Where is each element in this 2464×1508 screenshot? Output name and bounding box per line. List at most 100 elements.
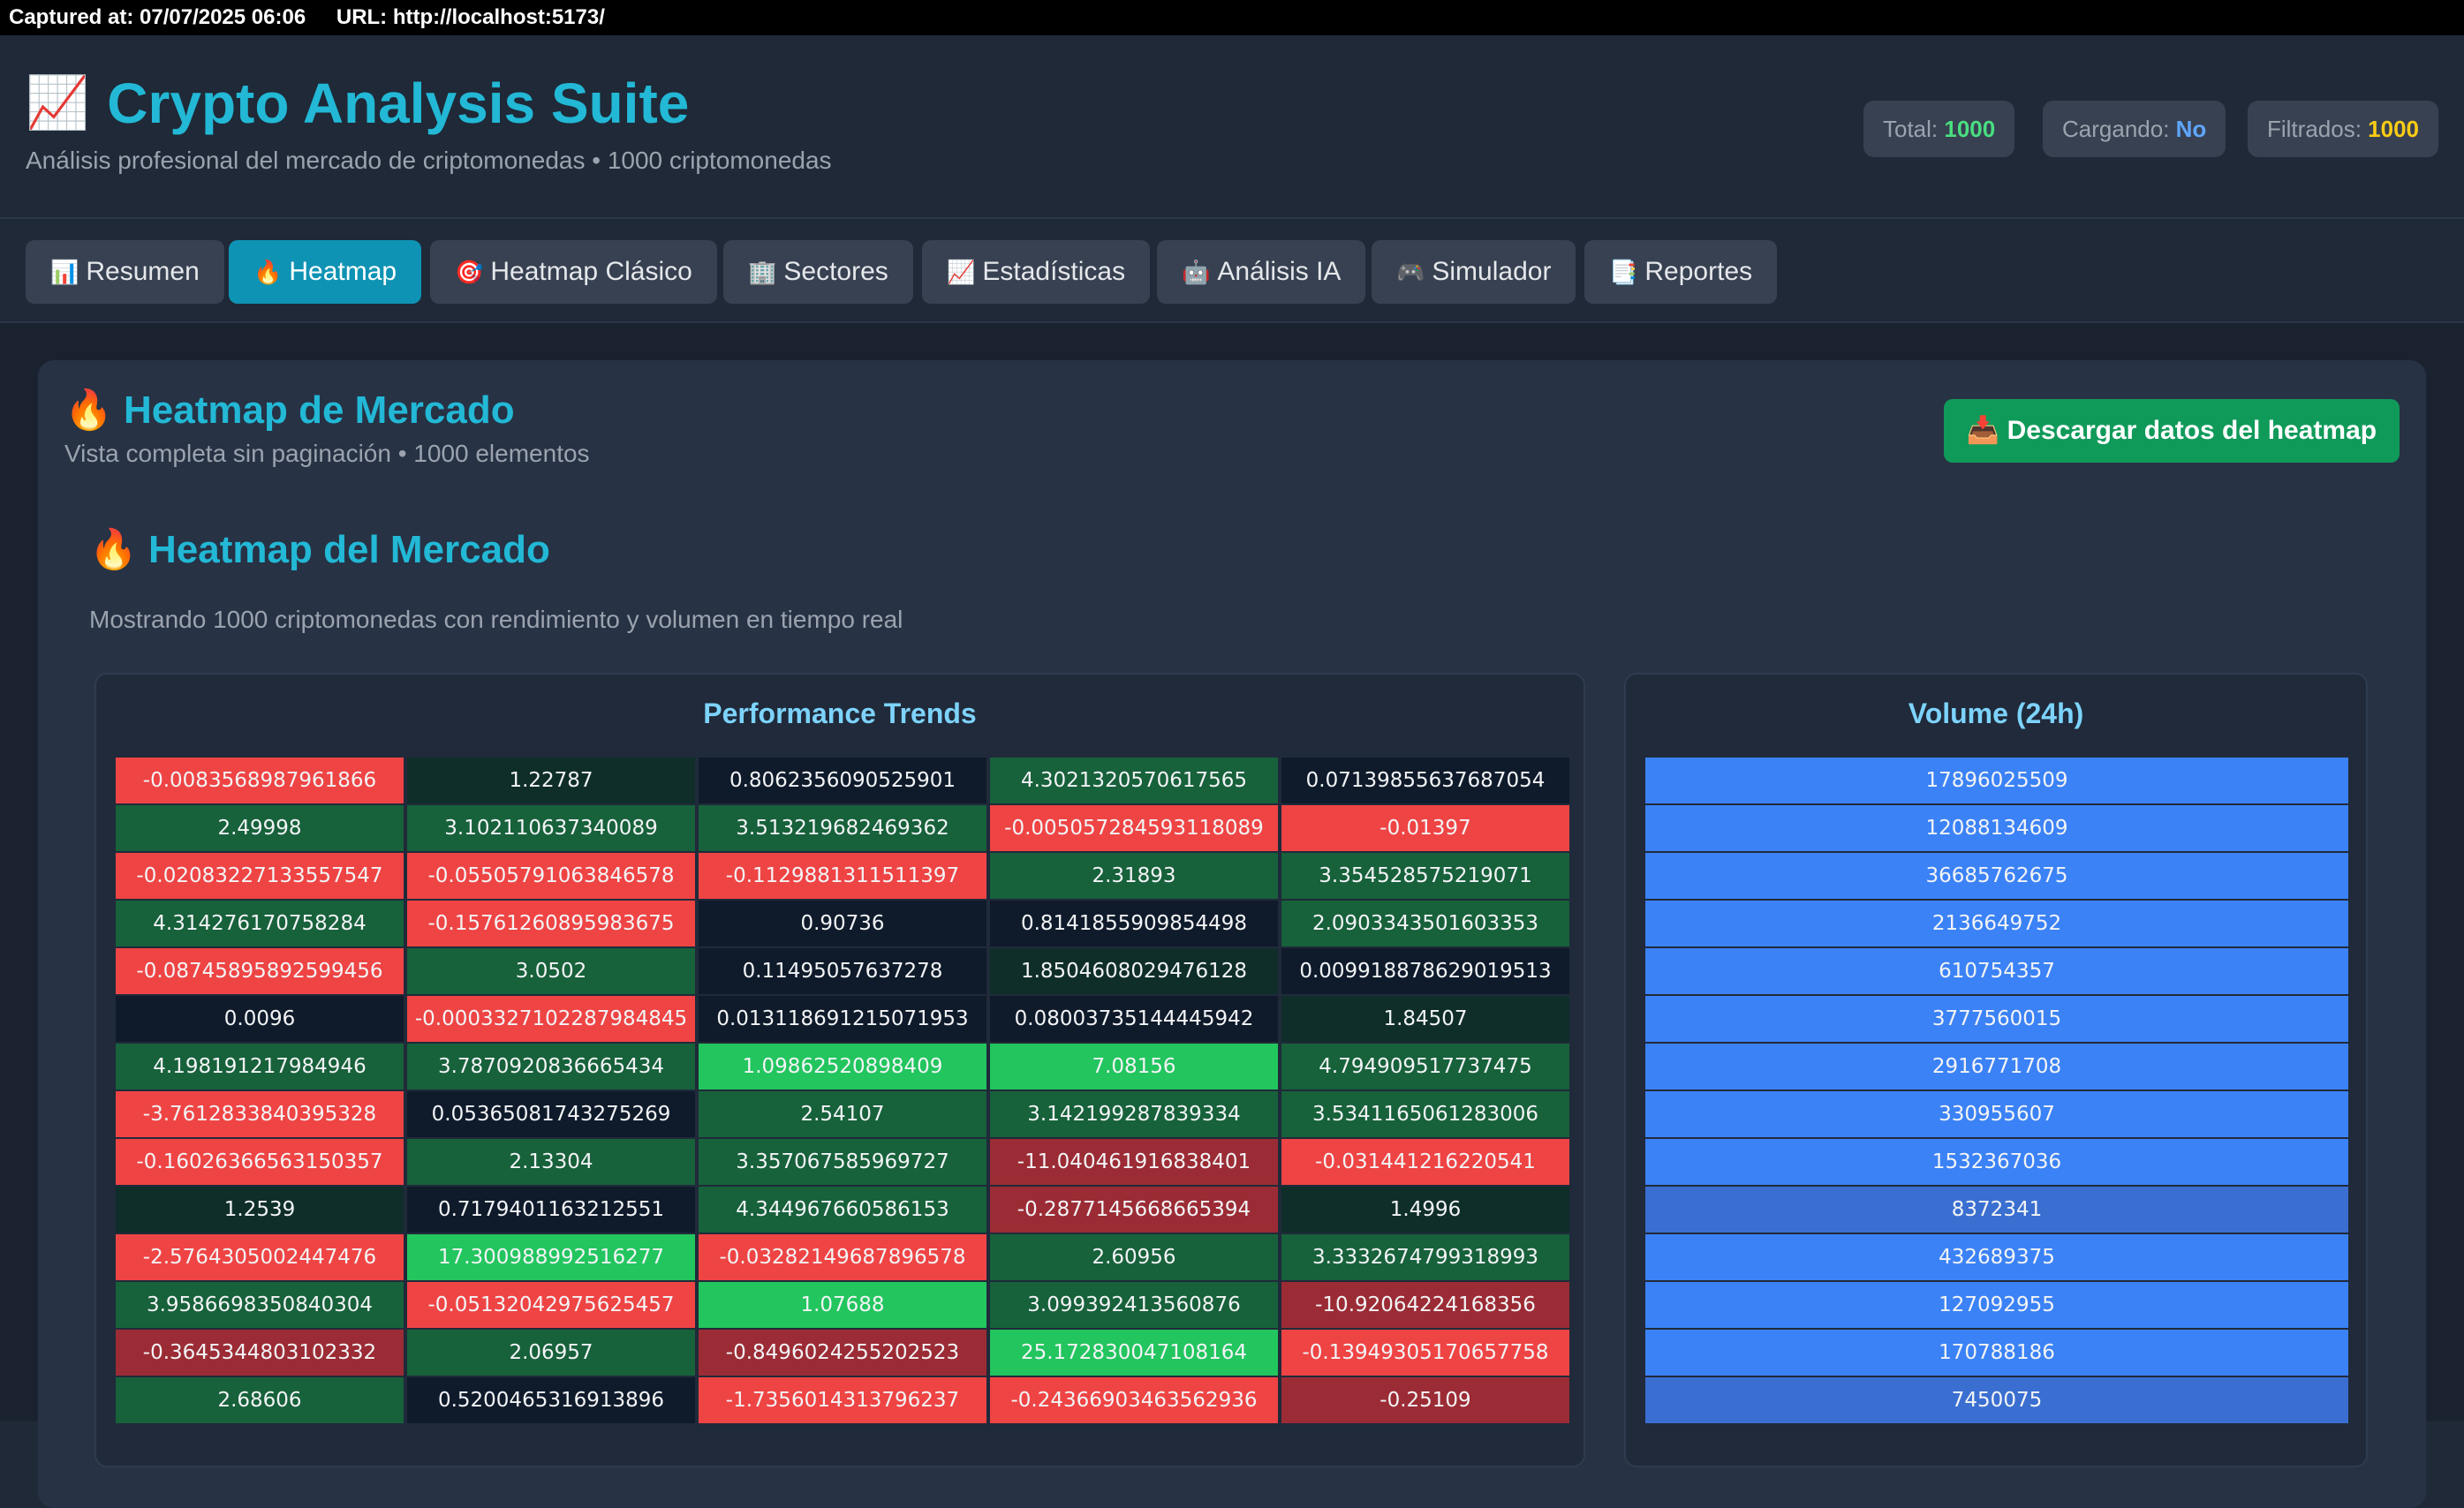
volume-cell[interactable]: 36685762675 (1645, 853, 2348, 899)
volume-cell[interactable]: 2136649752 (1645, 901, 2348, 946)
volume-cell[interactable]: 330955607 (1645, 1091, 2348, 1137)
heatmap-cell[interactable]: 2.60956 (990, 1234, 1278, 1280)
heatmap-cell[interactable]: 2.06957 (407, 1330, 695, 1376)
heatmap-cell[interactable]: -3.7612833840395328 (116, 1091, 404, 1137)
heatmap-cell[interactable]: 2.31893 (990, 853, 1278, 899)
heatmap-cell[interactable]: 2.13304 (407, 1139, 695, 1185)
heatmap-cell[interactable]: -0.15761260895983675 (407, 901, 695, 946)
heatmap-cell[interactable]: 4.198191217984946 (116, 1044, 404, 1090)
volume-title: Volume (24h) (1908, 697, 2084, 729)
heatmap-cell[interactable]: -0.0083568987961866 (116, 758, 404, 803)
heatmap-cell[interactable]: 3.102110637340089 (407, 805, 695, 851)
heatmap-cell[interactable]: 7.08156 (990, 1044, 1278, 1090)
tab-label: Heatmap Clásico (490, 257, 692, 286)
heatmap-cell[interactable]: 2.54107 (699, 1091, 986, 1137)
heatmap-cell[interactable]: -0.05505791063846578 (407, 853, 695, 899)
download-heatmap-button[interactable]: 📥 Descargar datos del heatmap (1944, 399, 2400, 463)
heatmap-cell[interactable]: 3.142199287839334 (990, 1091, 1278, 1137)
heatmap-cell[interactable]: 0.7179401163212551 (407, 1187, 695, 1233)
heatmap-cell[interactable]: 2.0903343501603353 (1281, 901, 1569, 946)
heatmap-cell[interactable]: 4.3021320570617565 (990, 758, 1278, 803)
heatmap-cell[interactable]: -2.5764305002447476 (116, 1234, 404, 1280)
heatmap-cell[interactable]: -0.16026366563150357 (116, 1139, 404, 1185)
heatmap-cell[interactable]: 3.357067585969727 (699, 1139, 986, 1185)
heatmap-cell[interactable]: -0.1129881311511397 (699, 853, 986, 899)
heatmap-cell[interactable]: 1.84507 (1281, 996, 1569, 1042)
heatmap-cell[interactable]: -0.01397 (1281, 805, 1569, 851)
heatmap-cell[interactable]: 3.354528575219071 (1281, 853, 1569, 899)
heatmap-cell[interactable]: -10.92064224168356 (1281, 1282, 1569, 1328)
heatmap-cell[interactable]: 1.8504608029476128 (990, 948, 1278, 994)
heatmap-cell[interactable]: -0.2877145668665394 (990, 1187, 1278, 1233)
tab-resumen[interactable]: 📊 Resumen (26, 240, 224, 304)
heatmap-cell[interactable]: 3.3332674799318993 (1281, 1234, 1569, 1280)
heatmap-cell[interactable]: 0.11495057637278 (699, 948, 986, 994)
heatmap-cell[interactable]: -0.031441216220541 (1281, 1139, 1569, 1185)
tab-sectores[interactable]: 🏢 Sectores (723, 240, 913, 304)
heatmap-cell[interactable]: 17.300988992516277 (407, 1234, 695, 1280)
heatmap-cell[interactable]: 2.68606 (116, 1377, 404, 1423)
volume-cell[interactable]: 12088134609 (1645, 805, 2348, 851)
tab-simulador[interactable]: 🎮 Simulador (1372, 240, 1576, 304)
heatmap-cell[interactable]: 1.2539 (116, 1187, 404, 1233)
heatmap-cell[interactable]: -0.005057284593118089 (990, 805, 1278, 851)
heatmap-cell[interactable]: 0.5200465316913896 (407, 1377, 695, 1423)
heatmap-cell[interactable]: -0.03282149687896578 (699, 1234, 986, 1280)
volume-cell[interactable]: 8372341 (1645, 1187, 2348, 1233)
volume-cell[interactable]: 7450075 (1645, 1377, 2348, 1423)
heatmap-cell[interactable]: 0.90736 (699, 901, 986, 946)
heatmap-cell[interactable]: 0.013118691215071953 (699, 996, 986, 1042)
heatmap-cell[interactable]: 0.009918878629019513 (1281, 948, 1569, 994)
volume-cell[interactable]: 170788186 (1645, 1330, 2348, 1376)
performance-box: Performance Trends -0.0083568987961866 1.… (94, 673, 1585, 1467)
tab-analisis-ia[interactable]: 🤖 Análisis IA (1157, 240, 1366, 304)
heatmap-cell[interactable]: 3.5341165061283006 (1281, 1091, 1569, 1137)
volume-cell[interactable]: 610754357 (1645, 948, 2348, 994)
heatmap-cell[interactable]: 0.07139855637687054 (1281, 758, 1569, 803)
heatmap-cell[interactable]: -0.8496024255202523 (699, 1330, 986, 1376)
volume-cell[interactable]: 17896025509 (1645, 758, 2348, 803)
volume-cell[interactable]: 1532367036 (1645, 1139, 2348, 1185)
tab-heatmap[interactable]: 🔥 Heatmap (229, 240, 422, 304)
heatmap-cell[interactable]: 0.8062356090525901 (699, 758, 986, 803)
heatmap-cell[interactable]: 4.314276170758284 (116, 901, 404, 946)
heatmap-cell[interactable]: -0.08745895892599456 (116, 948, 404, 994)
heatmap-cell[interactable]: 4.794909517737475 (1281, 1044, 1569, 1090)
heatmap-cell[interactable]: 4.344967660586153 (699, 1187, 986, 1233)
heatmap-cell[interactable]: 0.0096 (116, 996, 404, 1042)
heatmap-cell[interactable]: 3.513219682469362 (699, 805, 986, 851)
heatmap-cell[interactable]: -1.7356014313796237 (699, 1377, 986, 1423)
heatmap-cell[interactable]: -0.02083227133557547 (116, 853, 404, 899)
heatmap-cell[interactable]: 3.7870920836665434 (407, 1044, 695, 1090)
heatmap-cell[interactable]: -0.24366903463562936 (990, 1377, 1278, 1423)
chart-up-icon: 📈 (26, 74, 90, 132)
heatmap-cell[interactable]: 3.099392413560876 (990, 1282, 1278, 1328)
volume-cell[interactable]: 127092955 (1645, 1282, 2348, 1328)
tab-reportes[interactable]: 📑 Reportes (1584, 240, 1778, 304)
heatmap-cell[interactable]: -0.3645344803102332 (116, 1330, 404, 1376)
heatmap-cell[interactable]: 0.05365081743275269 (407, 1091, 695, 1137)
heatmap-cell[interactable]: 1.22787 (407, 758, 695, 803)
panel-title-text: Heatmap de Mercado (124, 388, 515, 432)
heatmap-cell[interactable]: -0.0003327102287984845 (407, 996, 695, 1042)
heatmap-cell[interactable]: 1.4996 (1281, 1187, 1569, 1233)
heatmap-cell[interactable]: 2.49998 (116, 805, 404, 851)
heatmap-cell[interactable]: 3.0502 (407, 948, 695, 994)
heatmap-cell[interactable]: 0.08003735144445942 (990, 996, 1278, 1042)
heatmap-cell[interactable]: -0.13949305170657758 (1281, 1330, 1569, 1376)
heatmap-cell[interactable]: 0.8141855909854498 (990, 901, 1278, 946)
heatmap-cell[interactable]: -0.25109 (1281, 1377, 1569, 1423)
heatmap-cell[interactable]: 1.07688 (699, 1282, 986, 1328)
heatmap-cell[interactable]: 25.172830047108164 (990, 1330, 1278, 1376)
volume-cell[interactable]: 432689375 (1645, 1234, 2348, 1280)
tab-heatmap-clasico[interactable]: 🎯 Heatmap Clásico (430, 240, 717, 304)
tab-estadisticas[interactable]: 📈 Estadísticas (922, 240, 1151, 304)
heatmap-cell[interactable]: -11.040461916838401 (990, 1139, 1278, 1185)
volume-cell[interactable]: 2916771708 (1645, 1044, 2348, 1090)
capture-bar: Captured at: 07/07/2025 06:06 URL: http:… (0, 0, 2464, 35)
heatmap-cell[interactable]: 3.9586698350840304 (116, 1282, 404, 1328)
volume-grid: 17896025509 12088134609 36685762675 2136649… (1645, 758, 2348, 1423)
heatmap-cell[interactable]: -0.05132042975625457 (407, 1282, 695, 1328)
heatmap-cell[interactable]: 1.09862520898409 (699, 1044, 986, 1090)
volume-cell[interactable]: 3777560015 (1645, 996, 2348, 1042)
